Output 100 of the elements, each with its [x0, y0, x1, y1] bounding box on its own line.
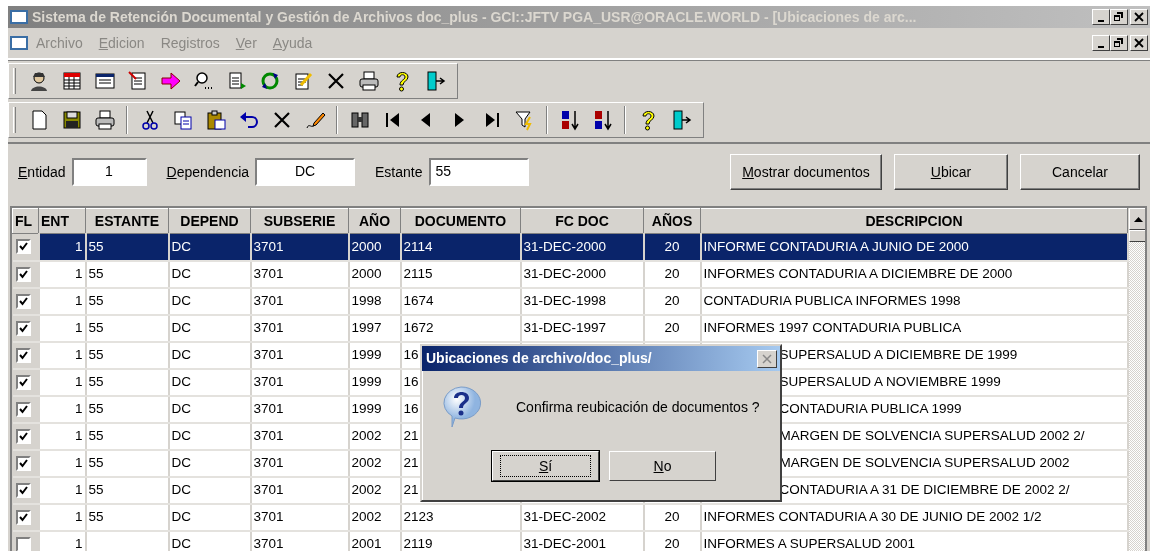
up-arrow-icon: [1134, 216, 1143, 222]
input-field[interactable]: 55: [428, 158, 529, 186]
table-cell: 55: [85, 395, 169, 423]
checkbox[interactable]: [15, 482, 31, 498]
minimize-icon: [1098, 19, 1104, 22]
table-cell: 3701: [250, 287, 349, 315]
minimize-button[interactable]: [1092, 9, 1110, 25]
paste-icon[interactable]: [204, 109, 227, 131]
checkbox[interactable]: [15, 374, 31, 390]
close-button[interactable]: [757, 349, 777, 368]
table-cell: 3701: [250, 314, 349, 342]
table-cell: INFORMES 1997 CONTADURIA PUBLICA: [700, 314, 1128, 342]
copy-icon[interactable]: [171, 109, 194, 131]
table-cell: 3701: [250, 503, 349, 531]
checkbox[interactable]: [15, 347, 31, 363]
edit-document-icon[interactable]: [126, 70, 149, 92]
print-icon[interactable]: [93, 109, 116, 131]
window-icon: [10, 10, 28, 24]
form-button[interactable]: Cancelar: [1020, 154, 1140, 190]
table-cell: 55: [85, 476, 169, 504]
column-header[interactable]: AÑOS: [643, 208, 701, 234]
column-header[interactable]: FL: [12, 208, 39, 234]
field-label: Dependencia: [166, 162, 250, 182]
table-cell: 3701: [250, 476, 349, 504]
table-cell: DC: [168, 260, 251, 288]
restore-icon: [1114, 12, 1124, 22]
restore-icon: [1114, 38, 1124, 48]
restore-button[interactable]: [1110, 9, 1128, 25]
search-icon[interactable]: [192, 70, 215, 92]
close-button[interactable]: [1130, 35, 1148, 51]
table-cell: INFORMES A SUPERSALUD 2001: [700, 530, 1128, 551]
save-icon[interactable]: [60, 109, 83, 131]
table-cell: 3701: [250, 395, 349, 423]
table-cell: 3701: [250, 422, 349, 450]
checkbox[interactable]: [15, 239, 31, 255]
close-button[interactable]: [1130, 9, 1148, 25]
table-cell: 55: [85, 341, 169, 369]
table-cell: DC: [168, 503, 251, 531]
scroll-thumb[interactable]: [1128, 230, 1145, 242]
table-cell: DC: [168, 422, 251, 450]
minimize-button[interactable]: [1092, 35, 1110, 51]
arrow-icon[interactable]: [159, 70, 182, 92]
column-header[interactable]: SUBSERIE: [250, 208, 349, 234]
column-header[interactable]: ESTANTE: [85, 208, 169, 234]
table-icon[interactable]: [60, 70, 83, 92]
table-cell: 31-DEC-2002: [520, 503, 644, 531]
close-icon: [1134, 12, 1144, 22]
dialog-button[interactable]: Sí: [492, 451, 599, 481]
dialog-button[interactable]: No: [609, 451, 716, 481]
column-header[interactable]: DOCUMENTO: [400, 208, 521, 234]
table-cell: DC: [168, 314, 251, 342]
print-icon[interactable]: [357, 70, 380, 92]
form-button[interactable]: Mostrar documentos: [730, 154, 882, 190]
table-cell: 1672: [400, 314, 521, 342]
table-cell: 55: [85, 314, 169, 342]
table-cell: 31-DEC-2000: [520, 260, 644, 288]
checkbox[interactable]: [15, 320, 31, 336]
table-cell: DC: [168, 449, 251, 477]
table-cell: DC: [168, 395, 251, 423]
table-cell: 3701: [250, 260, 349, 288]
checkbox[interactable]: [15, 428, 31, 444]
table-cell: CONTADURIA PUBLICA INFORMES 1998: [700, 287, 1128, 315]
column-header[interactable]: FC DOC: [520, 208, 644, 234]
question-icon: [440, 385, 482, 429]
input-field[interactable]: 1: [71, 158, 147, 186]
column-header[interactable]: DEPEND: [168, 208, 251, 234]
field-label: Estante: [375, 162, 423, 182]
column-header[interactable]: DESCRIPCION: [700, 208, 1128, 234]
table-cell: DC: [168, 476, 251, 504]
table-cell: DC: [168, 233, 251, 261]
window-icon[interactable]: [93, 70, 116, 92]
table-cell: 2115: [400, 260, 521, 288]
checkbox[interactable]: [15, 509, 31, 525]
input-field[interactable]: DC: [255, 158, 356, 186]
column-header[interactable]: AÑO: [348, 208, 401, 234]
scroll-up-button[interactable]: [1128, 208, 1145, 230]
close-icon: [1134, 38, 1144, 48]
table-cell: 3701: [250, 368, 349, 396]
table-cell: 55: [85, 233, 169, 261]
table-cell: 1674: [400, 287, 521, 315]
checkbox[interactable]: [15, 536, 31, 551]
column-header[interactable]: ENT: [38, 208, 86, 234]
table-cell: 55: [85, 422, 169, 450]
table-cell: 31-DEC-1997: [520, 314, 644, 342]
form-button[interactable]: Ubicar: [894, 154, 1008, 190]
table-cell: DC: [168, 287, 251, 315]
table-cell: 3701: [250, 233, 349, 261]
table-cell: 3701: [250, 341, 349, 369]
checkbox[interactable]: [15, 401, 31, 417]
close-icon: [762, 353, 772, 364]
table-cell: 2123: [400, 503, 521, 531]
checkbox[interactable]: [15, 266, 31, 282]
checkbox[interactable]: [15, 455, 31, 471]
binoculars-icon[interactable]: [348, 109, 371, 131]
restore-button[interactable]: [1110, 35, 1128, 51]
table-cell: INFORMES CONTADURIA A DICIEMBRE DE 2000: [700, 260, 1128, 288]
table-cell: 55: [85, 260, 169, 288]
document-icon: [10, 36, 28, 50]
checkbox[interactable]: [15, 293, 31, 309]
table-cell: 31-DEC-1998: [520, 287, 644, 315]
